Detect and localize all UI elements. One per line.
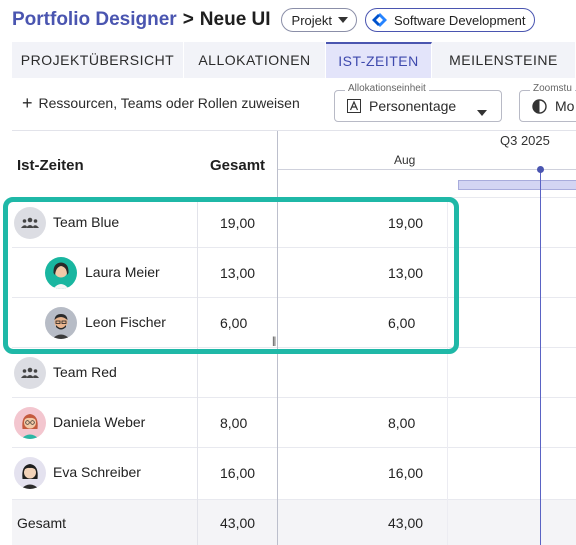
breadcrumb-separator: >: [182, 9, 194, 30]
breadcrumb: Portfolio Designer > Neue UI Projekt Sof…: [12, 6, 543, 34]
row-total: 19,00: [220, 215, 256, 231]
row-total: 16,00: [220, 465, 256, 481]
today-marker-line: [540, 167, 541, 545]
allocation-unit-select[interactable]: Allokationseinheit Personentage: [334, 83, 502, 122]
plus-icon: +: [22, 93, 33, 113]
row-name: Daniela Weber: [53, 414, 146, 430]
dropdown-arrow-icon: [477, 103, 487, 121]
chevron-down-icon: [338, 17, 349, 23]
pane-splitter[interactable]: [277, 131, 278, 545]
project-type-label: Projekt: [291, 12, 333, 28]
category-chip[interactable]: Software Development: [365, 8, 535, 32]
tab-projektuebersicht[interactable]: PROJEKTÜBERSICHT: [12, 42, 184, 78]
project-type-dropdown[interactable]: Projekt: [280, 8, 358, 32]
jira-icon: [372, 13, 388, 27]
zoom-level-icon: [532, 98, 547, 114]
assign-resources-label: Ressourcen, Teams oder Rollen zuweisen: [38, 95, 300, 111]
footer-total: 43,00: [220, 515, 256, 531]
text-format-icon: [347, 99, 361, 113]
table-footer-row: Gesamt 43,00 43,00: [12, 499, 576, 545]
assign-resources-button[interactable]: + Ressourcen, Teams oder Rollen zuweisen: [22, 94, 300, 112]
column-header-name[interactable]: Ist-Zeiten: [17, 157, 84, 174]
row-aug-value[interactable]: 13,00: [388, 265, 423, 281]
column-divider-total: [197, 197, 198, 545]
row-total: 6,00: [220, 315, 248, 331]
avatar: [14, 457, 46, 489]
table-row[interactable]: Daniela Weber 8,00 8,00: [12, 397, 576, 447]
row-name: Team Blue: [53, 214, 120, 230]
row-name: Team Red: [53, 364, 117, 380]
row-name: Eva Schreiber: [53, 464, 141, 480]
table-row[interactable]: Laura Meier 13,00 13,00: [12, 247, 576, 297]
page-title: Neue UI: [199, 9, 271, 30]
row-aug-value[interactable]: 6,00: [388, 315, 415, 331]
allocation-unit-value: Personentage: [369, 98, 457, 114]
row-total: 8,00: [220, 415, 248, 431]
app-title[interactable]: Portfolio Designer: [12, 9, 177, 31]
row-aug-value[interactable]: 8,00: [388, 415, 415, 431]
tab-bar: PROJEKTÜBERSICHT ALLOKATIONEN IST-ZEITEN…: [12, 42, 576, 78]
avatar: [45, 307, 77, 339]
resize-handle-icon[interactable]: ||: [272, 336, 276, 347]
allocation-unit-label: Allokationseinheit: [345, 83, 429, 94]
column-header-total[interactable]: Gesamt: [210, 157, 265, 174]
category-label: Software Development: [394, 12, 526, 28]
team-icon: [14, 207, 46, 239]
avatar: [14, 407, 46, 439]
column-divider-month: [447, 197, 448, 545]
avatar: [45, 257, 77, 289]
today-marker-dot: [537, 166, 544, 173]
table-row[interactable]: Team Blue 19,00 19,00: [12, 197, 576, 247]
row-aug-value[interactable]: 16,00: [388, 465, 423, 481]
row-name: Laura Meier: [85, 264, 160, 280]
row-aug-value[interactable]: 19,00: [388, 215, 423, 231]
timeline-quarter-label: Q3 2025: [500, 133, 550, 148]
row-name: Leon Fischer: [85, 314, 166, 330]
tab-meilensteine[interactable]: MEILENSTEINE: [432, 42, 576, 78]
footer-label: Gesamt: [17, 515, 67, 531]
zoom-level-select[interactable]: Zoomstu Mo: [519, 83, 576, 122]
footer-aug-value: 43,00: [388, 515, 424, 531]
actuals-grid: Ist-Zeiten Gesamt Q3 2025 Aug Team Blue …: [12, 130, 576, 545]
tab-ist-zeiten[interactable]: IST-ZEITEN: [326, 42, 432, 78]
tab-allokationen[interactable]: ALLOKATIONEN: [184, 42, 326, 78]
zoom-level-value: Mo: [555, 98, 575, 114]
table-row[interactable]: Team Red: [12, 347, 576, 397]
timeline-header-divider: [278, 169, 576, 170]
team-icon: [14, 357, 46, 389]
timeline-month-label: Aug: [394, 153, 416, 167]
row-total: 13,00: [220, 265, 256, 281]
table-row[interactable]: Eva Schreiber 16,00 16,00: [12, 447, 576, 497]
zoom-level-label: Zoomstu: [530, 83, 575, 94]
table-row[interactable]: Leon Fischer 6,00 6,00: [12, 297, 576, 347]
timeline-project-bar[interactable]: [458, 180, 576, 190]
